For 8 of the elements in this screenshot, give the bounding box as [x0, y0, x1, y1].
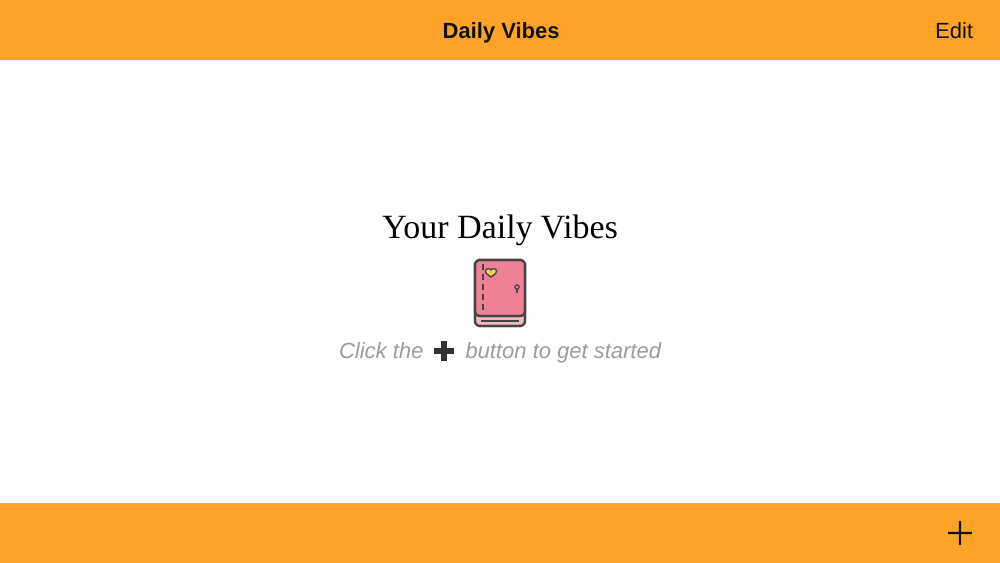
window-title: Daily Vibes	[442, 16, 560, 45]
hint-text: Click the	[338, 337, 424, 365]
heading: Your Daily Vibes	[382, 208, 618, 248]
edit-button[interactable]: Edit	[935, 14, 973, 46]
add-button[interactable]	[947, 520, 973, 546]
plus-icon	[433, 340, 456, 362]
hint-text: button to get started	[465, 337, 662, 365]
diary-icon	[473, 258, 527, 330]
